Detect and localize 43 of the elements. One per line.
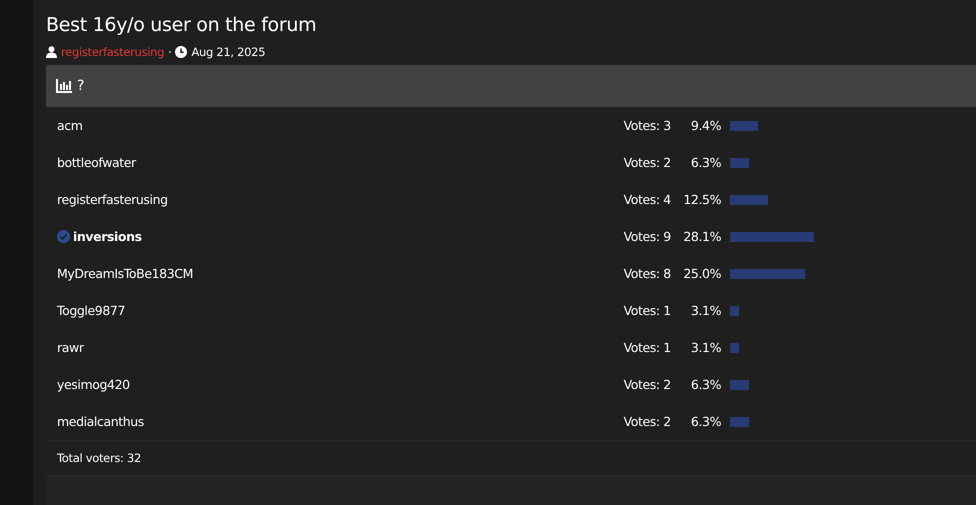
vote-percent: 3.1% xyxy=(690,303,722,318)
vote-bar xyxy=(730,120,758,130)
vote-count: Votes: 1 xyxy=(624,303,672,318)
vote-bar xyxy=(730,416,749,426)
vote-percent: 6.3% xyxy=(690,414,722,429)
user-icon xyxy=(46,46,57,58)
option-name[interactable]: bottleofwater xyxy=(57,155,136,170)
vote-count: Votes: 9 xyxy=(624,229,672,244)
total-voters: Total voters: 32 xyxy=(57,451,142,465)
vote-percent: 25.0% xyxy=(682,266,722,281)
vote-bar xyxy=(730,306,740,316)
separator-dot: · xyxy=(168,45,172,59)
vote-percent: 6.3% xyxy=(690,155,722,170)
option-name[interactable]: yesimog420 xyxy=(57,377,130,392)
vote-percent: 12.5% xyxy=(682,192,722,207)
vote-bar xyxy=(730,342,740,352)
vote-count: Votes: 8 xyxy=(624,266,672,281)
option-name[interactable]: acm xyxy=(57,118,83,133)
vote-percent: 9.4% xyxy=(690,118,722,133)
vote-percent: 6.3% xyxy=(690,377,722,392)
vote-percent: 28.1% xyxy=(682,229,722,244)
thread-title: Best 16y/o user on the forum xyxy=(46,14,318,36)
option-name[interactable]: registerfasterusing xyxy=(57,192,168,207)
vote-bar xyxy=(730,194,768,204)
vote-count: Votes: 3 xyxy=(624,118,672,133)
author-link[interactable]: registerfasterusing xyxy=(61,45,164,59)
bar-chart-icon xyxy=(56,79,72,93)
option-name[interactable]: medialcanthus xyxy=(57,414,144,429)
vote-count: Votes: 2 xyxy=(624,377,672,392)
option-name[interactable]: rawr xyxy=(57,340,84,355)
vote-count: Votes: 2 xyxy=(624,155,672,170)
vote-bar xyxy=(730,380,749,390)
vote-bar xyxy=(730,158,749,168)
option-name[interactable]: inversions xyxy=(73,229,142,244)
vote-count: Votes: 4 xyxy=(624,192,672,207)
option-name[interactable]: MyDreamIsToBe183CM xyxy=(57,266,193,281)
vote-count: Votes: 2 xyxy=(624,414,672,429)
post-date: Aug 21, 2025 xyxy=(191,45,266,59)
poll-question: ? xyxy=(77,78,84,94)
vote-percent: 3.1% xyxy=(690,340,722,355)
vote-count: Votes: 1 xyxy=(624,340,672,355)
option-name[interactable]: Toggle9877 xyxy=(57,303,126,318)
clock-icon xyxy=(175,46,188,58)
